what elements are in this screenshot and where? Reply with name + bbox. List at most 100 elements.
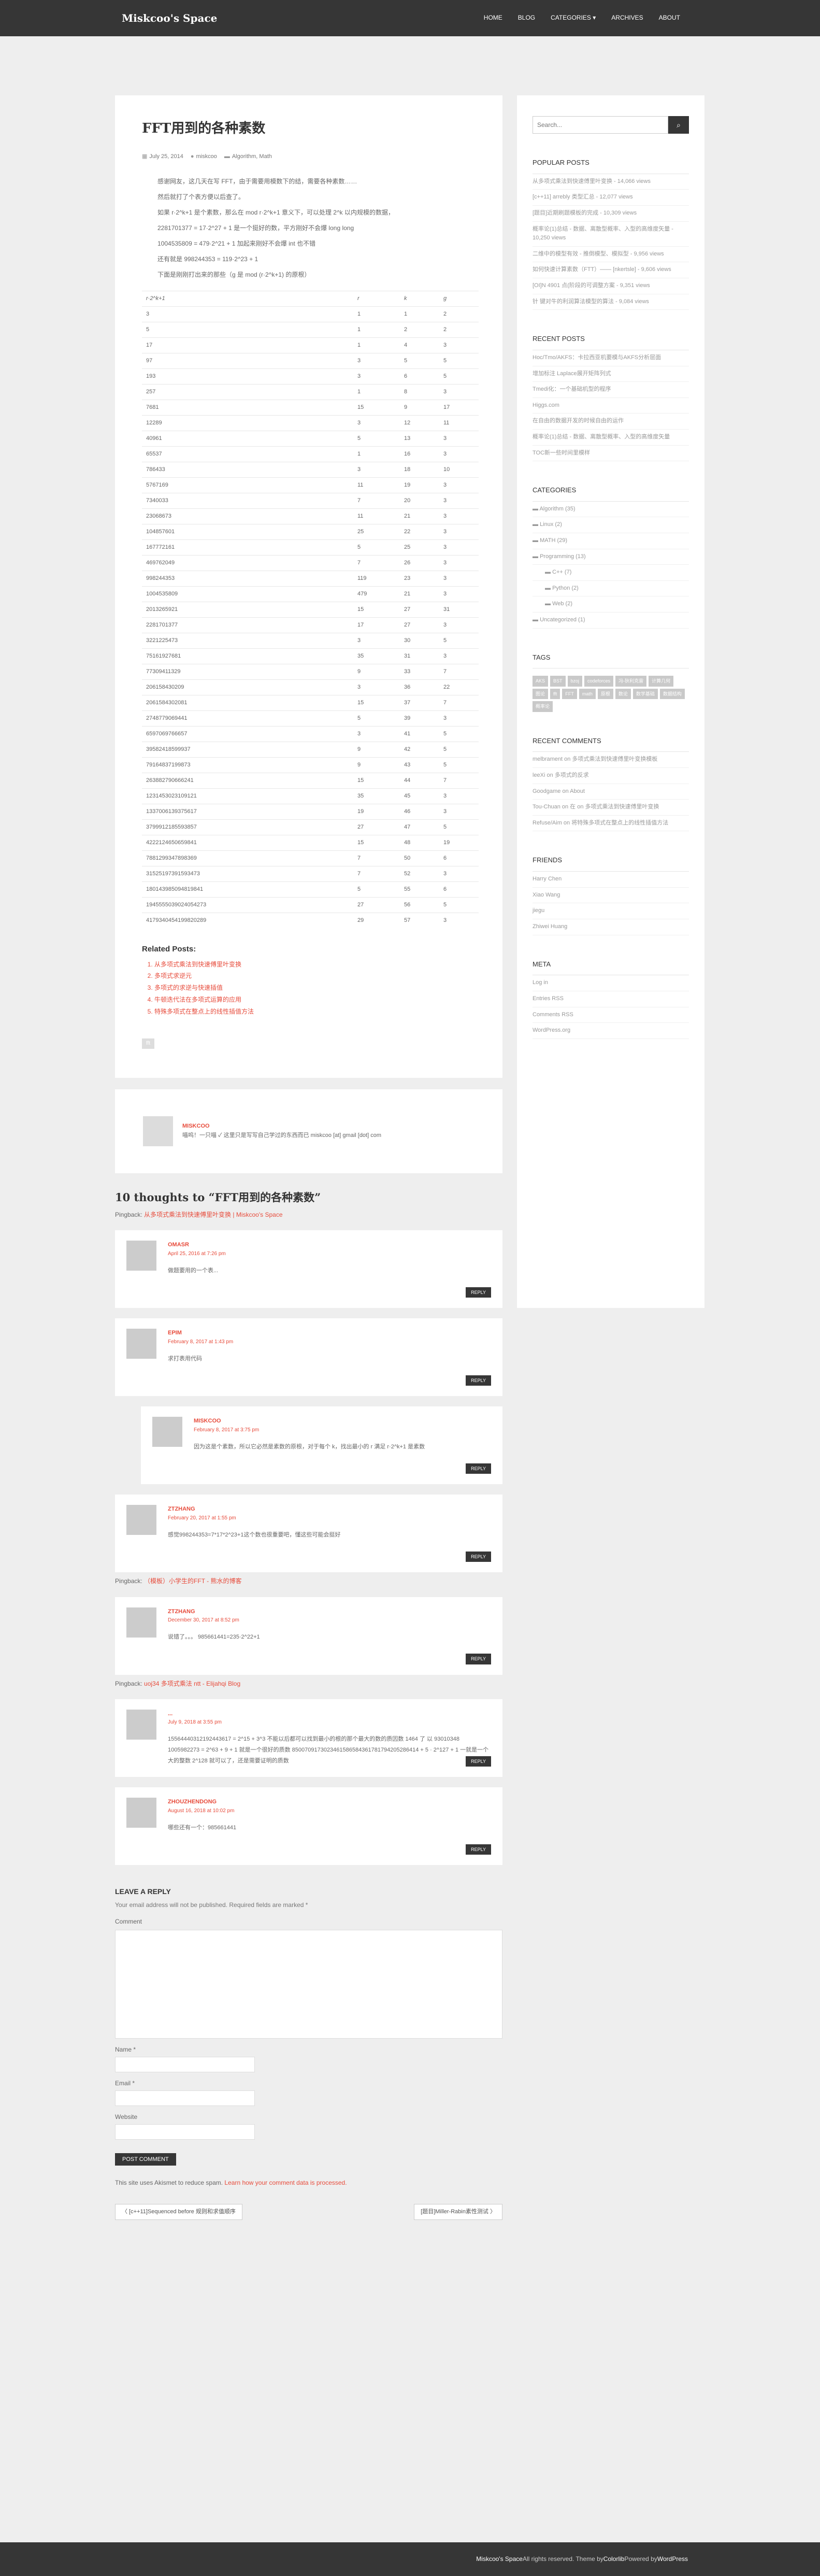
footer-wp[interactable]: WordPress bbox=[657, 2554, 688, 2564]
comment-textarea[interactable] bbox=[115, 1929, 502, 2039]
tag-item[interactable]: FFT bbox=[562, 688, 577, 700]
meta-link[interactable]: Comments RSS bbox=[533, 1007, 689, 1023]
related-link[interactable]: 多项式的求逆与快速插值 bbox=[154, 982, 476, 994]
related-link[interactable]: 牛顿迭代法在多项式运算的应用 bbox=[154, 994, 476, 1006]
comment-date[interactable]: December 30, 2017 at 8:52 pm bbox=[168, 1616, 491, 1625]
post-tag[interactable]: fft bbox=[142, 1038, 155, 1049]
post-author[interactable]: ● miskcoo bbox=[191, 152, 217, 162]
comment-author[interactable]: MISKCOO bbox=[194, 1417, 491, 1426]
reply-button[interactable]: Reply bbox=[466, 1552, 491, 1562]
name-input[interactable] bbox=[115, 2057, 255, 2073]
reply-button[interactable]: Reply bbox=[466, 1287, 491, 1298]
tag-item[interactable]: AKS bbox=[533, 676, 549, 687]
site-brand[interactable]: Miskcoo's Space bbox=[122, 10, 217, 26]
recent-post-item[interactable]: TOC新一些时间里模样 bbox=[533, 446, 689, 462]
search-button[interactable]: ⌕ bbox=[668, 116, 689, 134]
email-input[interactable] bbox=[115, 2090, 255, 2107]
friend-link[interactable]: Zhiwei Huang bbox=[533, 919, 689, 935]
tag-item[interactable]: 图论 bbox=[533, 688, 549, 700]
friend-link[interactable]: Xiao Wang bbox=[533, 888, 689, 904]
next-post-link[interactable]: [题目]Miller-Rabin素性测试 〉 bbox=[414, 2203, 502, 2221]
friend-link[interactable]: jiegu bbox=[533, 903, 689, 919]
comment-author[interactable]: ... bbox=[168, 1710, 491, 1719]
footer-site[interactable]: Miskcoo's Space bbox=[476, 2554, 523, 2564]
akismet-link[interactable]: Learn how your comment data is processed… bbox=[224, 2179, 347, 2186]
reply-button[interactable]: Reply bbox=[466, 1844, 491, 1855]
comment-date[interactable]: February 20, 2017 at 1:55 pm bbox=[168, 1514, 491, 1522]
related-link[interactable]: 特殊多项式在整点上的线性插值方法 bbox=[154, 1006, 476, 1018]
category-item[interactable]: ▬ Uncategorized (1) bbox=[533, 613, 689, 629]
post-category[interactable]: ▬ Algorithm, Math bbox=[224, 152, 272, 162]
reply-button[interactable]: Reply bbox=[466, 1463, 491, 1474]
comment-date[interactable]: April 25, 2016 at 7:26 pm bbox=[168, 1250, 491, 1258]
tag-item[interactable]: fft bbox=[550, 688, 560, 700]
recent-comment-item[interactable]: Refuse/Aim on 将特殊多项式在整点上的线性插值方法 bbox=[533, 816, 689, 832]
comment-author[interactable]: ZTZHANG bbox=[168, 1505, 491, 1514]
meta-link[interactable]: Log in bbox=[533, 975, 689, 991]
nav-item[interactable]: ARCHIVES bbox=[611, 13, 643, 23]
popular-post-item[interactable]: 针 键对牛的利润算法模型的算法 - 9,084 views bbox=[533, 294, 689, 310]
comment-date[interactable]: February 8, 2017 at 1:43 pm bbox=[168, 1338, 491, 1346]
tag-item[interactable]: math bbox=[579, 688, 596, 700]
nav-item[interactable]: BLOG bbox=[518, 13, 535, 23]
recent-post-item[interactable]: Tmedi化：一个基础机型的程序 bbox=[533, 382, 689, 398]
tag-item[interactable]: bzoj bbox=[567, 676, 583, 687]
search-input[interactable] bbox=[533, 116, 668, 134]
pingback-link[interactable]: 从多项式乘法到快速傅里叶变换 | Miskcoo's Space bbox=[144, 1211, 282, 1218]
popular-post-item[interactable]: 从多项式乘法到快速傅里叶变换 - 14,066 views bbox=[533, 174, 689, 190]
category-item[interactable]: ▬ MATH (29) bbox=[533, 533, 689, 549]
pingback-link[interactable]: （模板）小学生的FFT - 熊水的博客 bbox=[144, 1577, 241, 1585]
tag-item[interactable]: BST bbox=[550, 676, 566, 687]
related-link[interactable]: 从多项式乘法到快速傅里叶变换 bbox=[154, 959, 476, 971]
reply-button[interactable]: Reply bbox=[466, 1756, 491, 1767]
popular-post-item[interactable]: 概率论(1)总结 - 数据、离散型概率、入型的高维度矢量 - 10,250 vi… bbox=[533, 222, 689, 247]
tag-item[interactable]: codeforces bbox=[584, 676, 614, 687]
comment-author[interactable]: ZTZHANG bbox=[168, 1607, 491, 1617]
category-item[interactable]: ▬ Python (2) bbox=[533, 581, 689, 597]
recent-post-item[interactable]: 增加标注 Laplace展开矩阵列式 bbox=[533, 366, 689, 382]
prev-post-link[interactable]: 〈 [c++11]Sequenced before 规则和求值顺序 bbox=[115, 2203, 242, 2221]
meta-link[interactable]: WordPress.org bbox=[533, 1023, 689, 1039]
tag-item[interactable]: 数据结构 bbox=[659, 688, 685, 700]
recent-comment-item[interactable]: melbrament on 多项式乘法到快速傅里叶变换模板 bbox=[533, 752, 689, 768]
comment-author[interactable]: OMASR bbox=[168, 1241, 491, 1250]
tag-item[interactable]: 概率论 bbox=[533, 701, 553, 712]
related-link[interactable]: 多项式求逆元 bbox=[154, 970, 476, 982]
category-item[interactable]: ▬ C++ (7) bbox=[533, 565, 689, 581]
comment-author[interactable]: ZHOUZHENDONG bbox=[168, 1798, 491, 1807]
tag-item[interactable]: 计算几何 bbox=[649, 676, 674, 687]
recent-comment-item[interactable]: leeXi on 多项式的反求 bbox=[533, 768, 689, 784]
category-item[interactable]: ▬ Algorithm (35) bbox=[533, 502, 689, 518]
reply-button[interactable]: Reply bbox=[466, 1654, 491, 1664]
category-item[interactable]: ▬ Programming (13) bbox=[533, 549, 689, 565]
comment-date[interactable]: February 8, 2017 at 3:75 pm bbox=[194, 1426, 491, 1434]
nav-item[interactable]: HOME bbox=[484, 13, 502, 23]
pingback-link[interactable]: uoj34 多项式乘法 ntt - Elijahqi Blog bbox=[144, 1680, 240, 1687]
popular-post-item[interactable]: 二维中的模型有效 - 推倒模型、模拟型 - 9,956 views bbox=[533, 247, 689, 263]
recent-post-item[interactable]: 在自由的数据开发的时候自由的运作 bbox=[533, 414, 689, 430]
reply-button[interactable]: Reply bbox=[466, 1375, 491, 1386]
recent-post-item[interactable]: Higgs.com bbox=[533, 398, 689, 414]
tag-item[interactable]: 数论 bbox=[615, 688, 631, 700]
recent-post-item[interactable]: Hoc/Tmo/AKFS：卡拉西亚机要模与AKFS分析层面 bbox=[533, 350, 689, 366]
author-name[interactable]: MISKCOO bbox=[182, 1122, 381, 1131]
tag-item[interactable]: 原根 bbox=[597, 688, 613, 700]
recent-comment-item[interactable]: Goodgame on About bbox=[533, 784, 689, 800]
nav-item[interactable]: ABOUT bbox=[659, 13, 680, 23]
category-item[interactable]: ▬ Linux (2) bbox=[533, 517, 689, 534]
recent-comment-item[interactable]: Tou-Chuan on 在 on 多项式乘法到快速傅里叶变换 bbox=[533, 800, 689, 816]
popular-post-item[interactable]: [题目]近期刷题模板的完成 - 10,309 views bbox=[533, 206, 689, 222]
post-comment-button[interactable]: POST COMMENT bbox=[115, 2153, 176, 2166]
popular-post-item[interactable]: 如何快速计算素数（FTT）—— [nkertsle] - 9,606 views bbox=[533, 262, 689, 278]
post-date[interactable]: ▦ July 25, 2014 bbox=[142, 152, 183, 162]
nav-item[interactable]: CATEGORIES ▾ bbox=[551, 13, 596, 23]
tag-item[interactable]: 冯-狄利克雷 bbox=[615, 676, 647, 687]
comment-author[interactable]: EPIM bbox=[168, 1329, 491, 1338]
recent-post-item[interactable]: 概率论(1)总结 - 数据、离散型概率、入型的高维度矢量 bbox=[533, 430, 689, 446]
popular-post-item[interactable]: [c++11] arrebly 类型汇总 - 12,077 views bbox=[533, 190, 689, 206]
friend-link[interactable]: Harry Chen bbox=[533, 872, 689, 888]
website-input[interactable] bbox=[115, 2124, 255, 2140]
meta-link[interactable]: Entries RSS bbox=[533, 991, 689, 1007]
popular-post-item[interactable]: [OI]N 4901 点(阶段的可调整方案 - 9,351 views bbox=[533, 278, 689, 294]
footer-theme[interactable]: Colorlib bbox=[603, 2554, 625, 2564]
